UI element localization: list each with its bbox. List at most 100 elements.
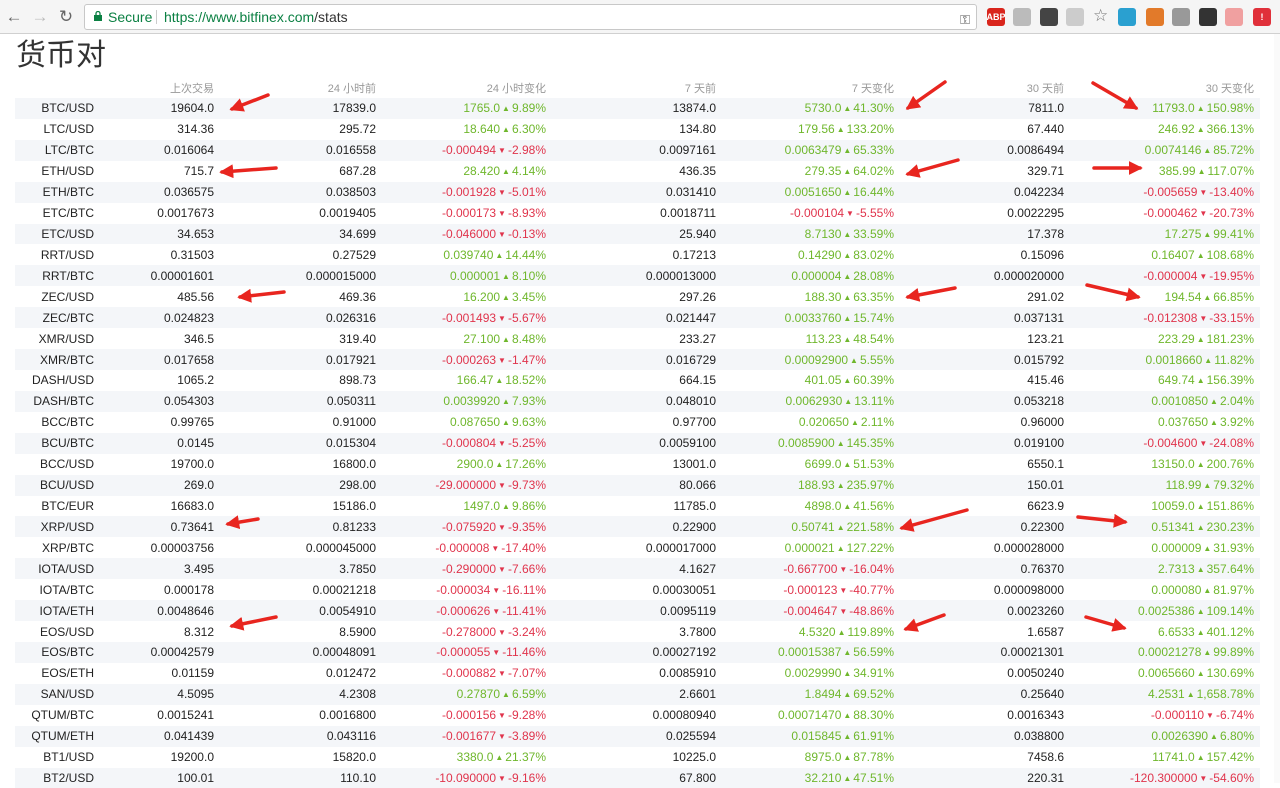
price-7d-ago: 0.00080940 <box>552 705 722 726</box>
change-percent: 1,658.78% <box>1197 687 1254 701</box>
pair-cell[interactable]: BCU/USD <box>15 475 100 496</box>
pair-cell[interactable]: RRT/BTC <box>15 265 100 286</box>
change-24h: 27.100▲8.48% <box>382 328 552 349</box>
column-header[interactable]: 上次交易 <box>100 78 220 98</box>
change-value: -0.000008 <box>435 541 489 555</box>
pair-cell[interactable]: IOTA/USD <box>15 558 100 579</box>
price-24h-ago: 0.0019405 <box>220 203 382 224</box>
browser-toolbar: ← → ↻ Secure https://www.bitfinex.com/st… <box>0 0 1280 34</box>
column-header[interactable]: 7 天前 <box>552 78 722 98</box>
column-header[interactable]: 24 小时变化 <box>382 78 552 98</box>
pair-cell[interactable]: BTC/USD <box>15 98 100 119</box>
column-header[interactable]: 7 天变化 <box>722 78 900 98</box>
x-ext-icon[interactable] <box>1225 8 1243 26</box>
url-text[interactable]: https://www.bitfinex.com/stats <box>164 5 348 29</box>
pair-cell[interactable]: ETC/USD <box>15 224 100 245</box>
forward-button[interactable]: → <box>29 6 51 28</box>
arrow-up-icon: ▲ <box>1197 628 1205 637</box>
pair-cell[interactable]: BCC/USD <box>15 454 100 475</box>
change-7d: 0.00092900▲5.55% <box>722 349 900 370</box>
cow-ext-icon[interactable] <box>1199 8 1217 26</box>
pair-cell[interactable]: XMR/USD <box>15 328 100 349</box>
pair-cell[interactable]: RRT/USD <box>15 244 100 265</box>
pair-cell[interactable]: BCC/BTC <box>15 412 100 433</box>
column-header[interactable]: 30 天前 <box>900 78 1070 98</box>
arrow-up-icon: ▲ <box>837 523 845 532</box>
change-percent: 99.89% <box>1213 645 1254 659</box>
pair-cell[interactable]: LTC/USD <box>15 119 100 140</box>
pair-cell[interactable]: ZEC/USD <box>15 286 100 307</box>
pair-quote: USD <box>69 625 94 639</box>
pair-quote: BTC <box>70 436 94 450</box>
change-value: -0.000882 <box>442 666 496 680</box>
change-7d: 0.000004▲28.08% <box>722 265 900 286</box>
evernote-icon[interactable] <box>1040 8 1058 26</box>
download-ext-icon[interactable] <box>1172 8 1190 26</box>
change-percent: -5.55% <box>856 206 894 220</box>
pair-base: SAN <box>41 687 66 701</box>
fox-ext-icon[interactable] <box>1146 8 1164 26</box>
pair-cell[interactable]: LTC/BTC <box>15 140 100 161</box>
alert-ext-icon[interactable]: ! <box>1253 8 1271 26</box>
change-percent: 41.56% <box>853 499 894 513</box>
pair-cell[interactable]: BT1/USD <box>15 747 100 768</box>
pair-cell[interactable]: EOS/USD <box>15 621 100 642</box>
reader-icon[interactable] <box>1013 8 1031 26</box>
pair-quote: USD <box>69 750 94 764</box>
change-value: -0.000494 <box>442 143 496 157</box>
pair-cell[interactable]: XMR/BTC <box>15 349 100 370</box>
price-24h-ago: 0.91000 <box>220 412 382 433</box>
change-value: 385.99 <box>1159 164 1196 178</box>
change-percent: 145.35% <box>847 436 894 450</box>
pair-cell[interactable]: EOS/ETH <box>15 663 100 684</box>
pair-cell[interactable]: ETH/USD <box>15 161 100 182</box>
pair-cell[interactable]: QTUM/BTC <box>15 705 100 726</box>
address-bar[interactable]: Secure https://www.bitfinex.com/stats ⚿ <box>84 4 977 30</box>
reload-button[interactable]: ↻ <box>55 6 77 28</box>
pair-cell[interactable]: ETH/BTC <box>15 182 100 203</box>
pair-cell[interactable]: EOS/BTC <box>15 642 100 663</box>
pair-cell[interactable]: ZEC/BTC <box>15 307 100 328</box>
bookmark-star-icon[interactable]: ☆ <box>1093 6 1108 26</box>
arrow-down-icon: ▼ <box>498 230 506 239</box>
pair-quote: BTC <box>70 708 94 722</box>
column-header[interactable]: 30 天变化 <box>1070 78 1260 98</box>
arrow-down-icon: ▼ <box>492 648 500 657</box>
pair-cell[interactable]: ETC/BTC <box>15 203 100 224</box>
change-value: 0.000004 <box>791 269 841 283</box>
price-30d-ago: 0.0022295 <box>900 203 1070 224</box>
price-7d-ago: 13001.0 <box>552 454 722 475</box>
key-icon[interactable]: ⚿ <box>960 8 970 32</box>
refresh-ext-icon[interactable] <box>1118 8 1136 26</box>
pair-cell[interactable]: XRP/BTC <box>15 537 100 558</box>
pair-cell[interactable]: SAN/USD <box>15 684 100 705</box>
arrow-down-icon: ▼ <box>498 565 506 574</box>
pair-cell[interactable]: DASH/BTC <box>15 391 100 412</box>
change-value: 0.00071470 <box>778 708 841 722</box>
price-30d-ago: 0.15096 <box>900 244 1070 265</box>
adblock-plus-icon[interactable]: ABP <box>987 8 1005 26</box>
pair-cell[interactable]: QTUM/ETH <box>15 726 100 747</box>
pair-quote: ETH <box>70 729 94 743</box>
arrow-up-icon: ▲ <box>843 460 851 469</box>
pair-cell[interactable]: BCU/BTC <box>15 433 100 454</box>
pair-cell[interactable]: BT2/USD <box>15 768 100 788</box>
table-row: LTC/USD314.36295.7218.640▲6.30%134.80179… <box>15 119 1260 140</box>
circle-ext-icon[interactable] <box>1066 8 1084 26</box>
pair-cell[interactable]: DASH/USD <box>15 370 100 391</box>
pair-cell[interactable]: XRP/USD <box>15 516 100 537</box>
arrow-down-icon: ▼ <box>498 439 506 448</box>
column-header[interactable]: 24 小时前 <box>220 78 382 98</box>
pair-cell[interactable]: IOTA/ETH <box>15 600 100 621</box>
arrow-up-icon: ▲ <box>843 376 851 385</box>
price-30d-ago: 7811.0 <box>900 98 1070 119</box>
arrow-up-icon: ▲ <box>495 376 503 385</box>
back-button[interactable]: ← <box>3 6 25 28</box>
pair-cell[interactable]: IOTA/BTC <box>15 579 100 600</box>
change-percent: 18.52% <box>505 373 546 387</box>
scrollbar[interactable] <box>1274 34 1280 783</box>
price-7d-ago: 0.025594 <box>552 726 722 747</box>
arrow-down-icon: ▼ <box>498 209 506 218</box>
pair-cell[interactable]: BTC/EUR <box>15 496 100 517</box>
last-price: 0.31503 <box>100 244 220 265</box>
